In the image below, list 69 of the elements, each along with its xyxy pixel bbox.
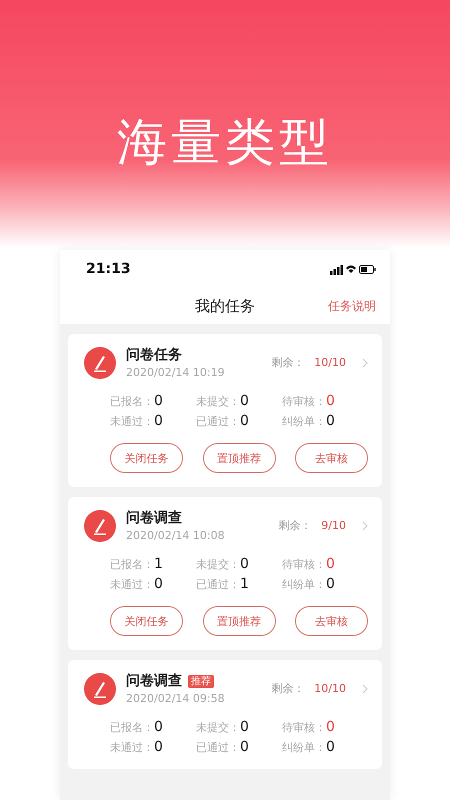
pen-icon (84, 672, 116, 704)
chevron-icon (362, 520, 368, 530)
stat-label: 纠纷单： (282, 577, 326, 592)
recommend-tag: 推荐 (188, 674, 214, 688)
chevron-icon (362, 358, 368, 368)
stat-label: 待审核： (282, 557, 326, 572)
chevron-icon (362, 684, 368, 694)
task-date: 2020/02/14 09:58 (126, 692, 226, 705)
page-title: 我的任务 (195, 296, 255, 316)
stat-value: 0 (326, 576, 335, 592)
stat-value: 0 (326, 739, 335, 755)
headline: 海量类型 (117, 112, 333, 172)
action-button[interactable]: 关闭任务 (110, 443, 183, 473)
stat-label: 未提交： (196, 557, 240, 572)
remaining-count: 10/10 (314, 682, 346, 695)
stat-label: 纠纷单： (282, 740, 326, 755)
stat-value: 0 (326, 413, 335, 429)
stat-value: 0 (154, 719, 163, 735)
stat-label: 已报名： (110, 557, 154, 572)
stat-label: 待审核： (282, 720, 326, 735)
stat-label: 已通过： (196, 740, 240, 755)
stat-value: 0 (326, 556, 335, 572)
status-icons (330, 264, 376, 274)
task-card[interactable]: 问卷调查 推荐 2020/02/14 09:58 剩余： 10/10 已报名：0 未提交：0 待审核：0 未通过：0 已通过：0 纠纷单：0 (68, 660, 382, 769)
stat-label: 已通过： (196, 577, 240, 592)
remaining-label: 剩余： (278, 518, 312, 533)
stat-value: 0 (240, 556, 249, 572)
stat-value: 0 (154, 413, 163, 429)
stat-value: 0 (240, 413, 249, 429)
stat-label: 已通过： (196, 414, 240, 429)
task-title: 问卷调查 (126, 672, 182, 690)
stat-value: 0 (240, 393, 249, 409)
remaining-count: 9/10 (321, 519, 346, 532)
task-date: 2020/02/14 10:19 (126, 366, 226, 379)
pen-icon (84, 346, 116, 378)
stat-value: 0 (240, 719, 249, 735)
stat-label: 已报名： (110, 720, 154, 735)
stat-label: 未提交： (196, 720, 240, 735)
action-button[interactable]: 关闭任务 (110, 606, 183, 636)
action-button[interactable]: 置顶推荐 (202, 443, 276, 473)
remaining-count: 10/10 (314, 356, 346, 369)
stat-value: 0 (326, 719, 335, 735)
stat-label: 纠纷单： (282, 414, 326, 429)
stat-value: 0 (326, 393, 335, 409)
task-card[interactable]: 问卷任务 2020/02/14 10:19 剩余： 10/10 已报名：0 未提交：0 待审核：0 未通过：0 已通过：0 纠纷单：0 关闭任务 置顶推荐 去审核 (68, 334, 382, 487)
action-button[interactable]: 去审核 (295, 443, 368, 473)
action-button[interactable]: 去审核 (295, 606, 368, 636)
stat-value: 1 (240, 576, 249, 592)
action-button[interactable]: 置顶推荐 (202, 606, 276, 636)
task-date: 2020/02/14 10:08 (126, 529, 226, 542)
stat-value: 0 (240, 739, 249, 755)
stat-label: 未通过： (110, 577, 154, 592)
stat-label: 未通过： (110, 740, 154, 755)
stat-label: 未提交： (196, 394, 240, 409)
stat-label: 待审核： (282, 394, 326, 409)
pen-icon (84, 510, 116, 542)
stat-label: 未通过： (110, 414, 154, 429)
task-title: 问卷调查 (126, 509, 182, 527)
task-title: 问卷任务 (126, 346, 182, 364)
task-info-link[interactable]: 任务说明 (328, 298, 376, 314)
remaining-label: 剩余： (271, 681, 304, 696)
stat-value: 0 (154, 739, 163, 755)
stat-value: 0 (154, 393, 163, 409)
remaining-label: 剩余： (271, 355, 304, 370)
status-time: 21:13 (86, 261, 131, 277)
task-card[interactable]: 问卷调查 2020/02/14 10:08 剩余： 9/10 已报名：1 未提交：0 待审核：0 未通过：0 已通过：1 纠纷单：0 关闭任务 置顶推荐 去审核 (68, 497, 382, 650)
stat-value: 0 (154, 576, 163, 592)
stat-label: 已报名： (110, 394, 154, 409)
stat-value: 1 (154, 556, 163, 572)
